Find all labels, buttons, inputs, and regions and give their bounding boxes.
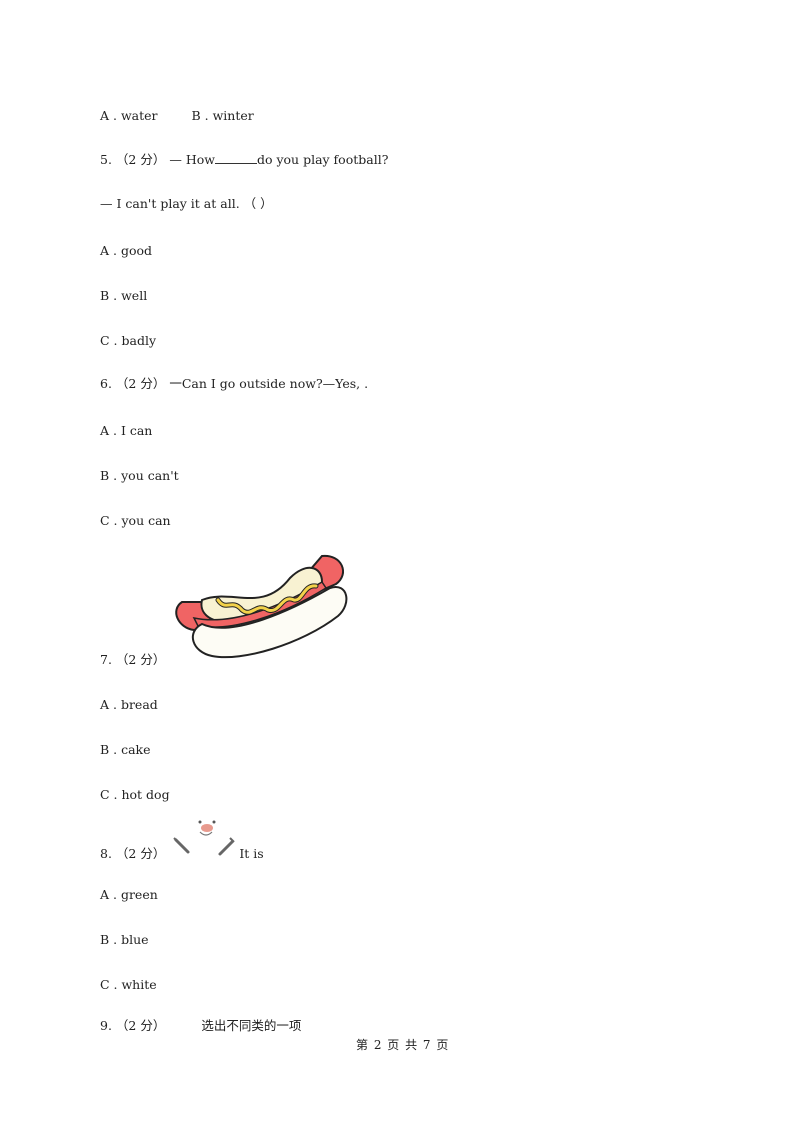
hot-dog-illustration [175,554,348,659]
q8-number: 8. [100,846,112,861]
q5-stem-before: — How [169,152,215,167]
q6-score: （2 分） [115,376,166,391]
q6-option-b: B . you can't [100,468,179,483]
snowman-eye-left [198,820,202,824]
q8-score: （2 分） [115,846,166,861]
q7-option-c: C . hot dog [100,787,170,802]
snowman-eye-right [212,820,216,824]
q7-stem: 7. （2 分） [100,652,165,668]
q7-option-b: B . cake [100,742,151,757]
answer-blank [214,151,257,164]
q7-option-a: A . bread [100,697,158,712]
q4-option-a: A . water [100,108,158,123]
q8-stem: 8. （2 分） It is [100,846,264,862]
snowman-mouth [199,831,213,836]
q8-option-c: C . white [100,977,157,992]
q7-number: 7. [100,652,112,667]
q8-stem-text: It is [239,846,264,861]
q9-number: 9. [100,1018,112,1033]
snowman-nose [201,824,213,832]
q5-option-a: A . good [100,243,153,258]
q6-stem-text: 一Can I go outside now?—Yes, . [169,376,369,391]
q5-score: （2 分） [115,152,166,167]
q4-options-row: A . water B . winter [100,108,254,124]
q5-stem-after: do you play football? [256,152,389,167]
q7-score: （2 分） [115,652,166,667]
q6-stem: 6. （2 分） 一Can I go outside now?—Yes, . [100,376,368,392]
snowman-hand-left [173,837,179,843]
q5-stem: 5. （2 分） — How do you play football? [100,151,388,168]
q4-option-b: B . winter [191,108,254,123]
q6-option-c: C . you can [100,513,171,528]
q5-line2: — I can't play it at all. （ ） [100,196,273,211]
q8-option-b: B . blue [100,932,149,947]
q5-option-c: C . badly [100,333,156,348]
q5-number: 5. [100,152,112,167]
q6-number: 6. [100,376,112,391]
q5-option-b: B . well [100,288,148,303]
q6-option-a: A . I can [100,423,153,438]
page-footer: 第 2 页 共 7 页 [356,1038,450,1052]
q8-option-a: A . green [100,887,158,902]
q9-stem-text: 选出不同类的一项 [201,1018,302,1033]
q9-stem: 9. （2 分） 选出不同类的一项 [100,1018,301,1034]
q9-score: （2 分） [115,1018,166,1033]
